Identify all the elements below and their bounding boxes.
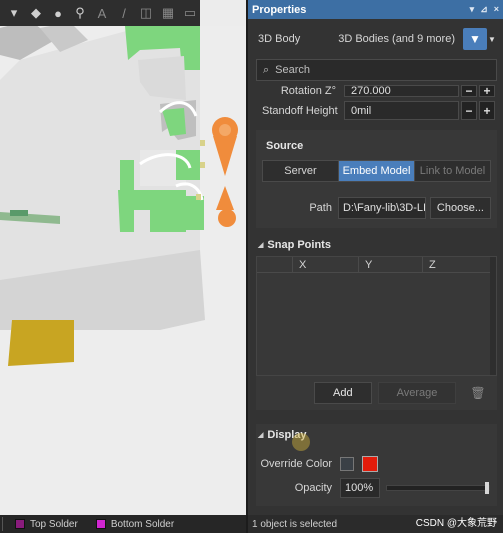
chart-icon[interactable]: ▦	[158, 2, 178, 24]
more-icon[interactable]: ▭	[180, 2, 200, 24]
select-icon[interactable]: ▾	[4, 2, 24, 24]
expand-triangle-icon: ◢	[258, 432, 264, 439]
pin-icon[interactable]: ⚲	[70, 2, 90, 24]
expand-triangle-icon: ◢	[258, 242, 264, 249]
standoff-field[interactable]: 0mil	[344, 101, 459, 120]
app-root: ▾ ◆ ● ⚲ A / ◫ ▦ ▭ Top Solder Bottom Sold…	[0, 0, 503, 533]
source-option-link-to-model[interactable]: Link to Model	[415, 161, 490, 181]
path-row: Path D:\Fany-lib\3D-LI Choose...	[262, 196, 491, 220]
snap-points-title: Snap Points	[267, 239, 331, 251]
rotation-field[interactable]: 270.000	[344, 85, 459, 97]
override-color-swatch[interactable]	[362, 456, 378, 472]
viewport-toolbar: ▾ ◆ ● ⚲ A / ◫ ▦ ▭	[0, 0, 200, 26]
opacity-field[interactable]: 100%	[340, 478, 380, 498]
snap-points-grid[interactable]: X Y Z	[256, 256, 497, 376]
source-selector: Server Embed Model Link to Model	[262, 160, 491, 182]
override-color-row: Override Color	[256, 452, 497, 476]
standoff-row: Standoff Height 0mil − +	[248, 99, 503, 122]
source-option-server[interactable]: Server	[263, 161, 339, 181]
dimension-icon[interactable]: ◫	[136, 2, 156, 24]
path-label: Path	[309, 202, 332, 214]
increment-button[interactable]: +	[479, 85, 495, 97]
object-filter-row: 3D Body 3D Bodies (and 9 more) ▼ ▼	[248, 19, 503, 59]
properties-scroll-area[interactable]: Rotation Z° 270.000 − + Standoff Height …	[248, 81, 503, 515]
line-icon[interactable]: /	[114, 2, 134, 24]
column-header-x[interactable]: X	[293, 257, 359, 272]
layer-tab-top-solder[interactable]: Top Solder	[9, 515, 84, 533]
snap-icon[interactable]: ●	[48, 2, 68, 24]
text-icon[interactable]: A	[92, 2, 112, 24]
standoff-label: Standoff Height	[262, 104, 338, 117]
override-color-label: Override Color	[260, 458, 332, 470]
object-filter-value[interactable]: 3D Bodies (and 9 more)	[300, 33, 463, 45]
column-header-z[interactable]: Z	[423, 257, 489, 272]
status-text: 1 object is selected	[252, 518, 338, 530]
source-option-embed-model[interactable]: Embed Model	[339, 161, 415, 181]
rotation-label: Rotation Z°	[280, 85, 336, 97]
layer-swatch	[15, 519, 25, 529]
override-color-checkbox[interactable]	[340, 457, 354, 471]
display-section: Override Color Opacity 100%	[256, 446, 497, 506]
search-input[interactable]: ⌕ Search	[256, 59, 497, 81]
opacity-slider-thumb[interactable]	[485, 482, 489, 494]
layer-label: Bottom Solder	[110, 518, 175, 530]
filter-icon[interactable]: ▼	[463, 28, 487, 50]
snap-points-actions: Add Average 🗑	[256, 376, 497, 410]
add-button[interactable]: Add	[314, 382, 372, 404]
snap-points-header[interactable]: ◢ Snap Points	[248, 234, 503, 256]
grid-header: X Y Z	[257, 257, 496, 273]
grid-header-blank	[257, 257, 293, 272]
layer-swatch	[95, 519, 106, 529]
panel-title: Properties	[252, 3, 307, 16]
panel-titlebar: Properties ▾ ⊿ ×	[248, 0, 503, 19]
properties-panel: Properties ▾ ⊿ × 3D Body 3D Bodies (and …	[248, 0, 503, 533]
chevron-down-icon[interactable]: ▼	[487, 28, 497, 50]
3d-model-render	[0, 20, 246, 515]
increment-button[interactable]: +	[479, 101, 495, 120]
layer-tab-bottom-solder[interactable]: Bottom Solder	[90, 515, 180, 533]
average-button[interactable]: Average	[377, 382, 457, 404]
choose-button[interactable]: Choose...	[429, 197, 491, 219]
opacity-label: Opacity	[294, 482, 332, 494]
tab-separator	[2, 517, 3, 531]
decrement-button[interactable]: −	[461, 101, 477, 120]
layer-label: Top Solder	[30, 518, 78, 530]
grid-scrollbar[interactable]	[490, 257, 496, 375]
search-icon: ⌕	[263, 63, 270, 76]
column-header-y[interactable]: Y	[359, 257, 423, 272]
decrement-button[interactable]: −	[461, 85, 477, 97]
watermark: CSDN @大象荒野	[415, 518, 497, 529]
search-placeholder: Search	[275, 64, 311, 76]
rotation-row: Rotation Z° 270.000 − +	[248, 85, 503, 97]
panel-menu-icon[interactable]: ▾	[470, 4, 475, 15]
pcb-3d-viewport[interactable]: ▾ ◆ ● ⚲ A / ◫ ▦ ▭	[0, 0, 246, 515]
opacity-slider[interactable]	[386, 482, 490, 494]
panel-pin-icon[interactable]: ⊿	[480, 4, 488, 15]
trash-icon[interactable]: 🗑	[470, 386, 485, 400]
panel-close-icon[interactable]: ×	[494, 4, 499, 15]
mouse-cursor-highlight	[292, 433, 310, 451]
opacity-row: Opacity 100%	[256, 476, 497, 500]
source-section: Source Server Embed Model Link to Model …	[256, 130, 497, 228]
path-field[interactable]: D:\Fany-lib\3D-LI	[337, 197, 426, 219]
source-title: Source	[266, 140, 304, 152]
layer-tabs: Top Solder Bottom Solder	[0, 515, 246, 533]
object-type-label: 3D Body	[258, 33, 301, 45]
move-icon[interactable]: ◆	[26, 2, 46, 24]
